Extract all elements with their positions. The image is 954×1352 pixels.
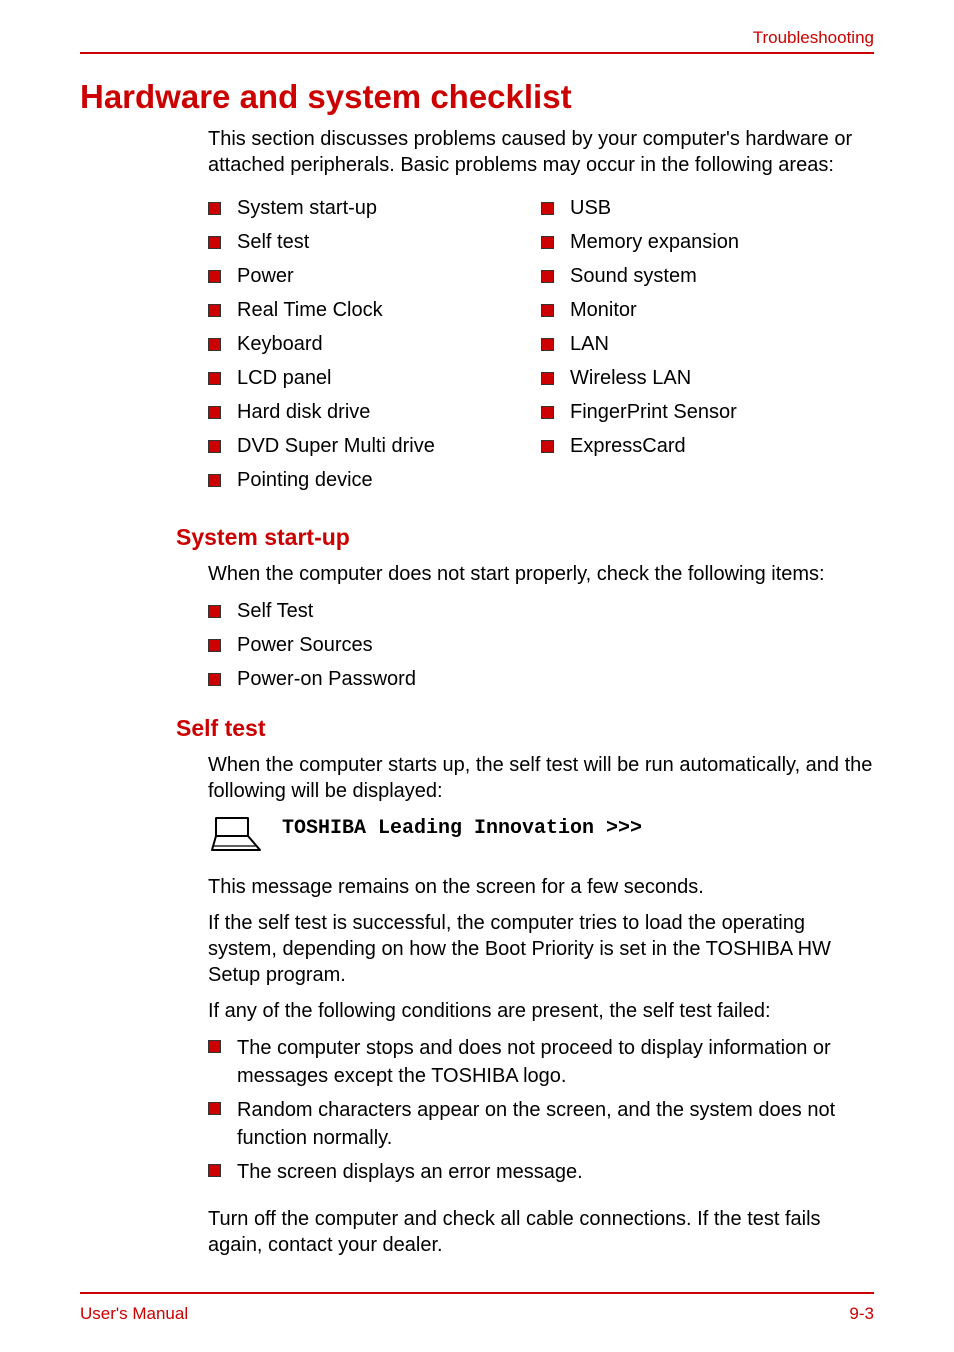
page-content: Hardware and system checklist This secti…	[80, 78, 874, 1268]
bullet-icon	[208, 338, 221, 351]
startup-list: Self Test Power Sources Power-on Passwor…	[208, 597, 874, 693]
bullet-icon	[208, 270, 221, 283]
list-item: FingerPrint Sensor	[541, 398, 874, 426]
list-item: Hard disk drive	[208, 398, 541, 426]
selftest-p1: When the computer starts up, the self te…	[208, 752, 874, 804]
list-item-label: USB	[570, 194, 611, 222]
bullet-icon	[541, 406, 554, 419]
list-item-label: ExpressCard	[570, 432, 686, 460]
bullet-icon	[208, 236, 221, 249]
list-item: Self test	[208, 228, 541, 256]
list-item-label: Self test	[237, 228, 309, 256]
list-item: The computer stops and does not proceed …	[208, 1034, 874, 1090]
bullet-icon	[541, 202, 554, 215]
list-item-label: Pointing device	[237, 466, 373, 494]
list-item: LCD panel	[208, 364, 541, 392]
list-item: Wireless LAN	[541, 364, 874, 392]
list-item: System start-up	[208, 194, 541, 222]
list-item-label: Monitor	[570, 296, 637, 324]
list-item-label: Power	[237, 262, 294, 290]
boot-message-row: TOSHIBA Leading Innovation >>>	[208, 814, 874, 856]
footer-right: 9-3	[849, 1304, 874, 1324]
page-title: Hardware and system checklist	[80, 78, 874, 116]
list-item-label: The computer stops and does not proceed …	[237, 1034, 874, 1090]
list-item: Power	[208, 262, 541, 290]
boot-message-text: TOSHIBA Leading Innovation >>>	[282, 814, 642, 842]
selftest-p3: If the self test is successful, the comp…	[208, 910, 874, 988]
list-item: Pointing device	[208, 466, 541, 494]
bullet-icon	[208, 304, 221, 317]
list-item-label: LCD panel	[237, 364, 332, 392]
list-item-label: Keyboard	[237, 330, 323, 358]
list-item: Power Sources	[208, 631, 874, 659]
checklist-columns: System start-up Self test Power Real Tim…	[208, 188, 874, 500]
list-item: LAN	[541, 330, 874, 358]
header-section: Troubleshooting	[753, 28, 874, 48]
list-item: Monitor	[541, 296, 874, 324]
bullet-icon	[208, 673, 221, 686]
list-item-label: Wireless LAN	[570, 364, 691, 392]
startup-text: When the computer does not start properl…	[208, 561, 874, 587]
bullet-icon	[541, 304, 554, 317]
bullet-icon	[541, 338, 554, 351]
list-item-label: Hard disk drive	[237, 398, 370, 426]
subheading-system-start-up: System start-up	[176, 524, 874, 551]
checklist-right-col: USB Memory expansion Sound system Monito…	[541, 188, 874, 500]
bullet-icon	[541, 372, 554, 385]
bullet-icon	[208, 372, 221, 385]
list-item: ExpressCard	[541, 432, 874, 460]
bullet-icon	[208, 1040, 221, 1053]
laptop-icon	[208, 814, 264, 856]
list-item-label: Self Test	[237, 597, 313, 625]
list-item-label: Sound system	[570, 262, 697, 290]
selftest-p2: This message remains on the screen for a…	[208, 874, 874, 900]
bullet-icon	[541, 270, 554, 283]
list-item: Power-on Password	[208, 665, 874, 693]
list-item-label: LAN	[570, 330, 609, 358]
list-item: Real Time Clock	[208, 296, 541, 324]
bullet-icon	[541, 236, 554, 249]
bullet-icon	[208, 639, 221, 652]
selftest-p5: Turn off the computer and check all cabl…	[208, 1206, 874, 1258]
list-item-label: The screen displays an error message.	[237, 1158, 583, 1186]
list-item: Memory expansion	[541, 228, 874, 256]
subheading-self-test: Self test	[176, 715, 874, 742]
intro-text: This section discusses problems caused b…	[208, 126, 874, 178]
bullet-icon	[208, 1164, 221, 1177]
bullet-icon	[208, 440, 221, 453]
list-item: Keyboard	[208, 330, 541, 358]
list-item-label: Real Time Clock	[237, 296, 383, 324]
list-item-label: DVD Super Multi drive	[237, 432, 435, 460]
bullet-icon	[208, 474, 221, 487]
checklist-left-col: System start-up Self test Power Real Tim…	[208, 188, 541, 500]
bullet-icon	[208, 202, 221, 215]
list-item: USB	[541, 194, 874, 222]
list-item-label: System start-up	[237, 194, 377, 222]
list-item-label: Power-on Password	[237, 665, 416, 693]
page-footer: User's Manual 9-3	[80, 1304, 874, 1324]
list-item: Sound system	[541, 262, 874, 290]
selftest-fail-list: The computer stops and does not proceed …	[208, 1034, 874, 1186]
list-item: DVD Super Multi drive	[208, 432, 541, 460]
list-item-label: Random characters appear on the screen, …	[237, 1096, 874, 1152]
bullet-icon	[208, 605, 221, 618]
header-rule	[80, 52, 874, 54]
list-item-label: Power Sources	[237, 631, 373, 659]
selftest-p4: If any of the following conditions are p…	[208, 998, 874, 1024]
list-item-label: Memory expansion	[570, 228, 739, 256]
bullet-icon	[541, 440, 554, 453]
list-item: Random characters appear on the screen, …	[208, 1096, 874, 1152]
list-item: Self Test	[208, 597, 874, 625]
bullet-icon	[208, 406, 221, 419]
footer-rule	[80, 1292, 874, 1294]
footer-left: User's Manual	[80, 1304, 188, 1324]
list-item-label: FingerPrint Sensor	[570, 398, 737, 426]
list-item: The screen displays an error message.	[208, 1158, 874, 1186]
bullet-icon	[208, 1102, 221, 1115]
